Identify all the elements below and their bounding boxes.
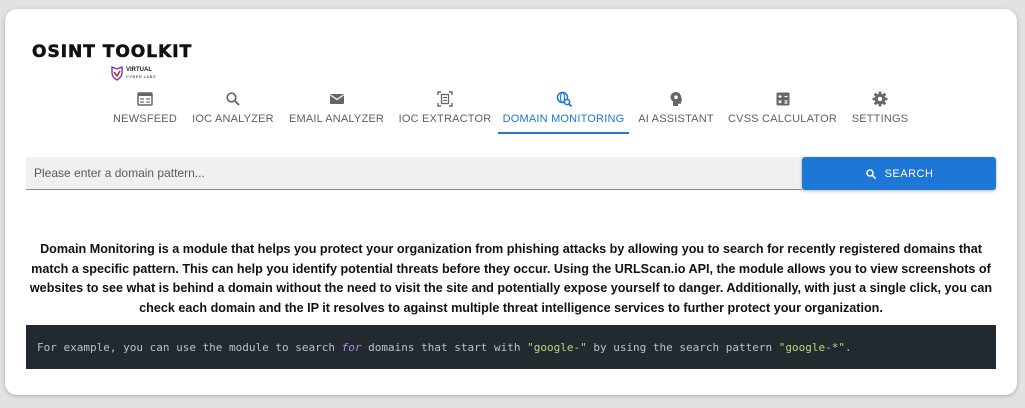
gear-icon (872, 91, 888, 107)
logo-badge: VIRTUAL CYBER LABS (110, 66, 190, 84)
tab-label: AI ASSISTANT (638, 113, 714, 125)
module-description: Domain Monitoring is a module that helps… (29, 242, 993, 315)
example-code-block: For example, you can use the module to s… (26, 325, 996, 369)
tab-label: SETTINGS (851, 113, 909, 125)
tab-settings[interactable]: SETTINGS (849, 88, 911, 132)
code-string: "google-*" (778, 340, 845, 354)
search-icon (865, 168, 876, 179)
tab-label: CVSS CALCULATOR (728, 113, 837, 125)
app-logo: OSINT TOOLKIT VIRTUAL CYBER LABS (32, 42, 252, 86)
document-scan-icon (437, 91, 453, 107)
code-text: . (845, 340, 852, 354)
code-text: by using the search pattern (586, 340, 779, 354)
code-text: For example, you can use the module to s… (37, 340, 342, 354)
code-keyword: for (341, 340, 362, 354)
domain-search-icon (556, 91, 572, 108)
search-button-label: SEARCH (884, 167, 934, 180)
tab-ioc-analyzer[interactable]: IOC ANALYZER (190, 88, 276, 132)
search-button[interactable]: SEARCH (802, 157, 996, 190)
tab-label: IOC EXTRACTOR (398, 113, 492, 125)
logo-sub-title: VIRTUAL (126, 67, 152, 73)
shield-logo-icon (111, 66, 123, 81)
domain-pattern-input[interactable] (26, 157, 802, 190)
tab-label: IOC ANALYZER (192, 113, 274, 125)
logo-title: OSINT TOOLKIT (32, 42, 193, 63)
tab-label: DOMAIN MONITORING (502, 113, 625, 125)
tab-ioc-extractor[interactable]: IOC EXTRACTOR (398, 88, 492, 132)
tab-cvss-calculator[interactable]: CVSS CALCULATOR (727, 88, 838, 132)
brain-head-icon (670, 92, 683, 106)
calculator-icon (776, 92, 789, 106)
mail-icon (329, 94, 344, 104)
tab-label: EMAIL ANALYZER (288, 113, 385, 125)
code-text: domains that start with (361, 340, 528, 354)
newspaper-icon (137, 92, 153, 106)
tab-email-analyzer[interactable]: EMAIL ANALYZER (288, 88, 385, 132)
tab-ai-assistant[interactable]: AI ASSISTANT (636, 88, 716, 132)
logo-sub-caption: CYBER LABS (126, 74, 157, 79)
search-icon (226, 92, 240, 106)
tab-domain-monitoring[interactable]: DOMAIN MONITORING (498, 88, 629, 134)
tab-newsfeed[interactable]: NEWSFEED (110, 88, 180, 132)
tab-label: NEWSFEED (113, 113, 177, 125)
code-string: "google-" (527, 340, 587, 354)
